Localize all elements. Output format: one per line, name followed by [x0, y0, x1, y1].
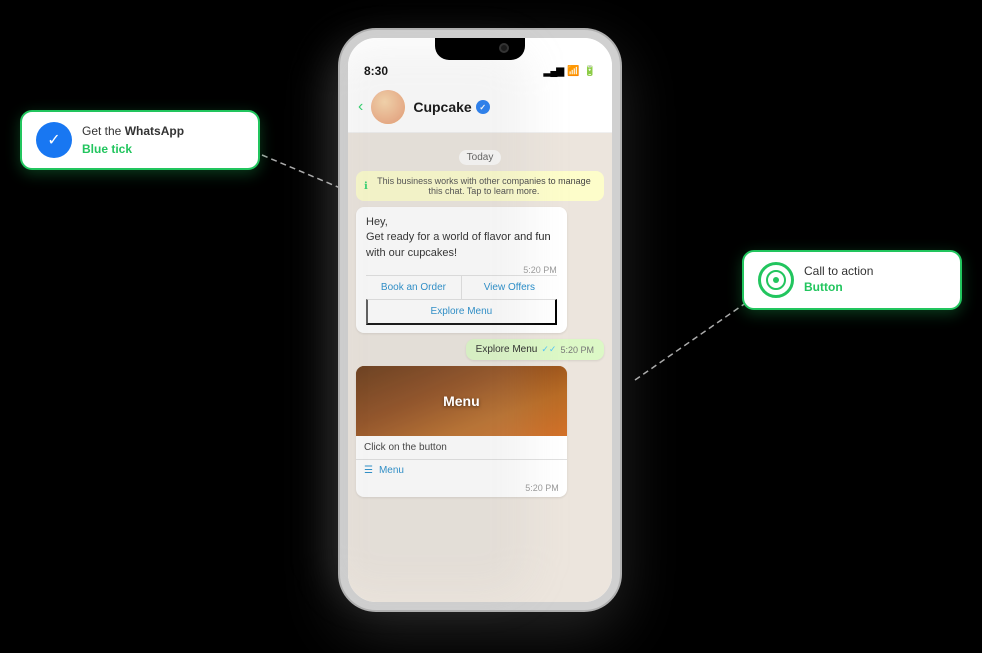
sent-time: 5:20 PM [560, 345, 594, 355]
wifi-icon: 📶 [567, 66, 579, 77]
front-camera [499, 43, 509, 53]
battery-icon: 🔋 [584, 66, 596, 77]
cta-icon-outer [758, 262, 794, 298]
blue-tick-annotation: ✓ Get the WhatsApp Blue tick [20, 110, 260, 170]
cta-icon-dot [773, 277, 779, 283]
cta-line1: Call to action [804, 264, 873, 278]
checkmarks-icon: ✓✓ [541, 344, 556, 355]
blue-tick-icon: ✓ [36, 122, 72, 158]
whatsapp-text: WhatsApp [125, 124, 184, 138]
cta-icon-inner [766, 270, 786, 290]
phone-notch [435, 38, 525, 60]
blue-tick-text: Get the WhatsApp Blue tick [82, 122, 244, 158]
signal-icon: ▂▄▆ [544, 66, 563, 77]
blue-tick-green-text: Blue tick [82, 142, 132, 156]
get-the-text: Get the [82, 124, 125, 138]
status-icons: ▂▄▆ 📶 🔋 [544, 66, 596, 77]
cta-annotation: Call to action Button [742, 250, 962, 310]
phone-container: 8:30 ▂▄▆ 📶 🔋 ‹ Cupcake ✓ Today [340, 30, 620, 610]
phone-shadow [330, 45, 530, 595]
blue-tick-label: Get the WhatsApp Blue tick [82, 124, 184, 156]
menu-title-label: Menu [443, 393, 480, 409]
checkmark-icon: ✓ [47, 130, 60, 150]
cta-title: Call to action Button [804, 264, 946, 295]
cta-line2: Button [804, 280, 843, 294]
cta-text-container: Call to action Button [804, 264, 946, 295]
